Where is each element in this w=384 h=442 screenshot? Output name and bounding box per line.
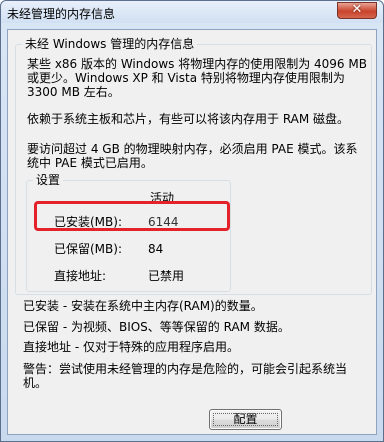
- close-icon: ✕: [351, 2, 363, 17]
- info-groupbox: 未经 Windows 管理的内存信息 某些 x86 版本的 Windows 将物…: [15, 37, 372, 295]
- dialog-body: 未经 Windows 管理的内存信息 某些 x86 版本的 Windows 将物…: [7, 29, 377, 435]
- desc-installed: 已安装 - 安装在系统中主内存(RAM)的数量。: [23, 299, 263, 313]
- title-bar[interactable]: 未经管理的内存信息 ✕: [1, 1, 383, 23]
- settings-groupbox: 设置 活动 已安装(MB): 6144 已保留(MB): 84 直接地址: 已禁…: [26, 173, 231, 292]
- reserved-highlight-box: [34, 201, 230, 231]
- warning-line2: 机。: [23, 376, 48, 390]
- warning-line1: 警告：尝试使用未经管理的内存是危险的，可能会引起系统当: [23, 362, 348, 376]
- info-group-title: 未经 Windows 管理的内存信息: [22, 37, 198, 51]
- reserved-label: 已保留(MB):: [54, 242, 122, 256]
- info-para3-line2: 统中 PAE 模式已启用。: [27, 156, 153, 170]
- info-para1-line3: 3300 MB 左右。: [27, 85, 120, 99]
- direct-address-value: 已禁用: [148, 269, 185, 283]
- info-para3-line1: 要访问超过 4 GB 的物理映射内存，必须启用 PAE 模式。该系: [27, 142, 358, 156]
- info-para1-line1: 某些 x86 版本的 Windows 将物理内存的使用限制为 4096 MB: [27, 57, 367, 71]
- settings-group-title: 设置: [33, 173, 64, 187]
- direct-address-label: 直接地址:: [54, 269, 107, 283]
- dialog-window: 未经管理的内存信息 ✕ 未经 Windows 管理的内存信息 某些 x86 版本…: [0, 0, 384, 442]
- info-para1-line2: 或更少。Windows XP 和 Vista 特别将物理内存使用限制为: [27, 71, 345, 85]
- config-button[interactable]: 配置: [209, 409, 282, 430]
- window-title: 未经管理的内存信息: [7, 7, 116, 21]
- reserved-value: 84: [148, 242, 164, 256]
- info-para2: 依赖于系统主板和芯片，有些可以将该内存用于 RAM 磁盘。: [27, 112, 350, 126]
- desc-reserved: 已保留 - 为视频、BIOS、等等保留的 RAM 数据。: [23, 320, 290, 334]
- close-button[interactable]: ✕: [337, 2, 377, 19]
- desc-direct: 直接地址 - 仅对于特殊的应用程序启用。: [23, 340, 239, 354]
